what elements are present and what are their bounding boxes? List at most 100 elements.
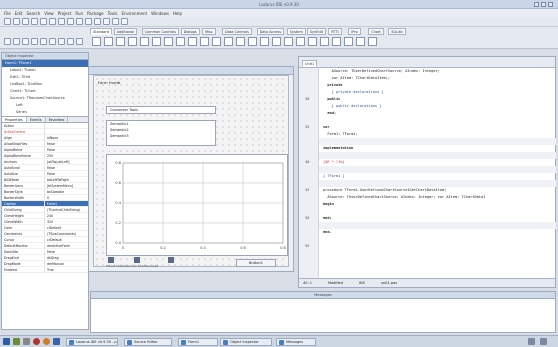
code-line[interactable]: end; <box>319 215 556 222</box>
launcher-icon[interactable] <box>23 338 30 345</box>
tree-node[interactable]: Label1: TLabel <box>2 67 88 74</box>
palette-tab[interactable]: Chart <box>368 28 384 35</box>
menu-item[interactable]: Project <box>58 11 72 16</box>
code-line[interactable]: { public declarations } <box>319 103 556 110</box>
property-value[interactable] <box>45 129 88 134</box>
property-value[interactable]: False <box>45 171 88 176</box>
code-line[interactable] <box>319 222 556 229</box>
toolbar-button[interactable] <box>94 18 101 25</box>
list-box[interactable]: Semantic1 Semantic2 Semantic3 <box>106 120 216 146</box>
code-line[interactable] <box>319 117 556 124</box>
menu-item[interactable]: Tools <box>108 11 118 16</box>
start-menu-icon[interactable] <box>3 338 10 345</box>
property-value[interactable]: bdLeftToRight <box>45 177 88 182</box>
component-icon[interactable] <box>248 37 257 46</box>
speed-button[interactable] <box>49 38 56 45</box>
component-icon[interactable] <box>104 37 113 46</box>
tree-node[interactable]: Edit1: TEdit <box>2 74 88 81</box>
menu-item[interactable]: Windows <box>151 11 169 16</box>
property-value[interactable]: dmManual <box>45 261 88 266</box>
editor-tab[interactable]: Unit1 <box>302 60 318 67</box>
taskbar-button[interactable]: Object Inspector <box>220 338 272 346</box>
property-value[interactable]: alNone <box>45 135 88 140</box>
speed-button[interactable] <box>58 38 65 45</box>
property-value[interactable]: dmActiveForm <box>45 243 88 248</box>
speed-button[interactable] <box>40 38 47 45</box>
tree-node[interactable]: Series <box>2 109 88 116</box>
component-icon[interactable] <box>224 37 233 46</box>
property-value[interactable]: (TSizeConstraints) <box>45 231 88 236</box>
toolbar-button[interactable] <box>31 18 38 25</box>
code-line[interactable] <box>319 152 556 159</box>
code-line[interactable]: var AItem: TChartDataItem); <box>319 75 556 82</box>
code-line[interactable] <box>319 208 556 215</box>
palette-tab[interactable]: RTTI <box>328 28 342 35</box>
property-value[interactable]: crDefault <box>45 237 88 242</box>
component-icon[interactable] <box>260 37 269 46</box>
palette-tab[interactable]: Common Controls <box>141 28 179 35</box>
component-icon[interactable] <box>152 37 161 46</box>
code-line[interactable]: var <box>319 124 556 131</box>
palette-tab[interactable]: Misc <box>202 28 216 35</box>
code-line[interactable] <box>319 166 556 173</box>
property-value[interactable]: (TControlChildSizing) <box>45 207 88 212</box>
launcher-icon[interactable] <box>13 338 20 345</box>
combo-box[interactable]: Connector Tools <box>106 106 216 114</box>
code-line[interactable]: begin <box>319 201 556 208</box>
component-icon[interactable] <box>176 37 185 46</box>
menu-item[interactable]: Environment <box>122 11 148 16</box>
speed-button[interactable] <box>13 38 20 45</box>
list-item[interactable]: Semantic3 <box>107 133 215 139</box>
palette-tab[interactable]: Dialogs <box>180 28 200 35</box>
chartsource1-icon[interactable] <box>108 257 114 263</box>
toolbar-button[interactable] <box>22 18 29 25</box>
maximize-button[interactable] <box>541 2 546 7</box>
toolbar-button[interactable] <box>103 18 110 25</box>
code-line[interactable]: Form1: TForm1; <box>319 131 556 138</box>
tree-node[interactable]: Left <box>2 102 88 109</box>
menu-item[interactable]: View <box>44 11 54 16</box>
toolbar-button[interactable] <box>4 18 11 25</box>
code-line[interactable]: procedure TForm1.UserDefinedChartSource1… <box>319 187 556 194</box>
component-icon[interactable] <box>272 37 281 46</box>
property-value[interactable]: 255 <box>45 153 88 158</box>
code-area[interactable]: ASource: TUserDefinedChartSource; AIndex… <box>319 68 556 278</box>
tree-node[interactable]: Source1: TRandomChartSource <box>2 95 88 102</box>
component-icon[interactable] <box>140 37 149 46</box>
component-icon[interactable] <box>332 37 341 46</box>
toolbar-button[interactable] <box>112 18 119 25</box>
toolbar-button[interactable] <box>49 18 56 25</box>
menu-item[interactable]: File <box>4 11 11 16</box>
speed-button[interactable] <box>4 38 11 45</box>
tray-icon[interactable] <box>528 338 535 345</box>
property-value[interactable]: 240 <box>45 213 88 218</box>
code-line[interactable]: {$R *.lfm} <box>319 159 556 166</box>
launcher-icon[interactable] <box>43 338 50 345</box>
menu-item[interactable]: Search <box>26 11 40 16</box>
property-value[interactable]: 0 <box>45 195 88 200</box>
component-icon[interactable] <box>368 37 377 46</box>
inspector-tab[interactable]: Events <box>27 117 46 122</box>
code-line[interactable]: private <box>319 82 556 89</box>
component-icon[interactable] <box>128 37 137 46</box>
toolbar-button[interactable] <box>58 18 65 25</box>
close-window-button[interactable] <box>548 2 553 7</box>
property-value[interactable]: True <box>45 267 88 272</box>
form-canvas[interactable]: Form Huntb Connector Tools Semantic1 Sema… <box>93 75 289 268</box>
component-icon[interactable] <box>296 37 305 46</box>
code-line[interactable]: public <box>319 96 556 103</box>
property-value[interactable]: False <box>45 249 88 254</box>
speed-button[interactable] <box>31 38 38 45</box>
component-icon[interactable] <box>200 37 209 46</box>
taskbar-button[interactable]: Messages <box>276 338 316 346</box>
component-icon[interactable] <box>320 37 329 46</box>
property-value[interactable]: [biSystemMenu] <box>45 183 88 188</box>
property-value[interactable]: 320 <box>45 219 88 224</box>
toolbar-button[interactable] <box>76 18 83 25</box>
menu-item[interactable]: Package <box>87 11 104 16</box>
menu-item[interactable]: Run <box>75 11 83 16</box>
component-icon[interactable] <box>212 37 221 46</box>
component-icon[interactable] <box>308 37 317 46</box>
chartsource2-icon[interactable] <box>134 257 140 263</box>
speed-button[interactable] <box>22 38 29 45</box>
